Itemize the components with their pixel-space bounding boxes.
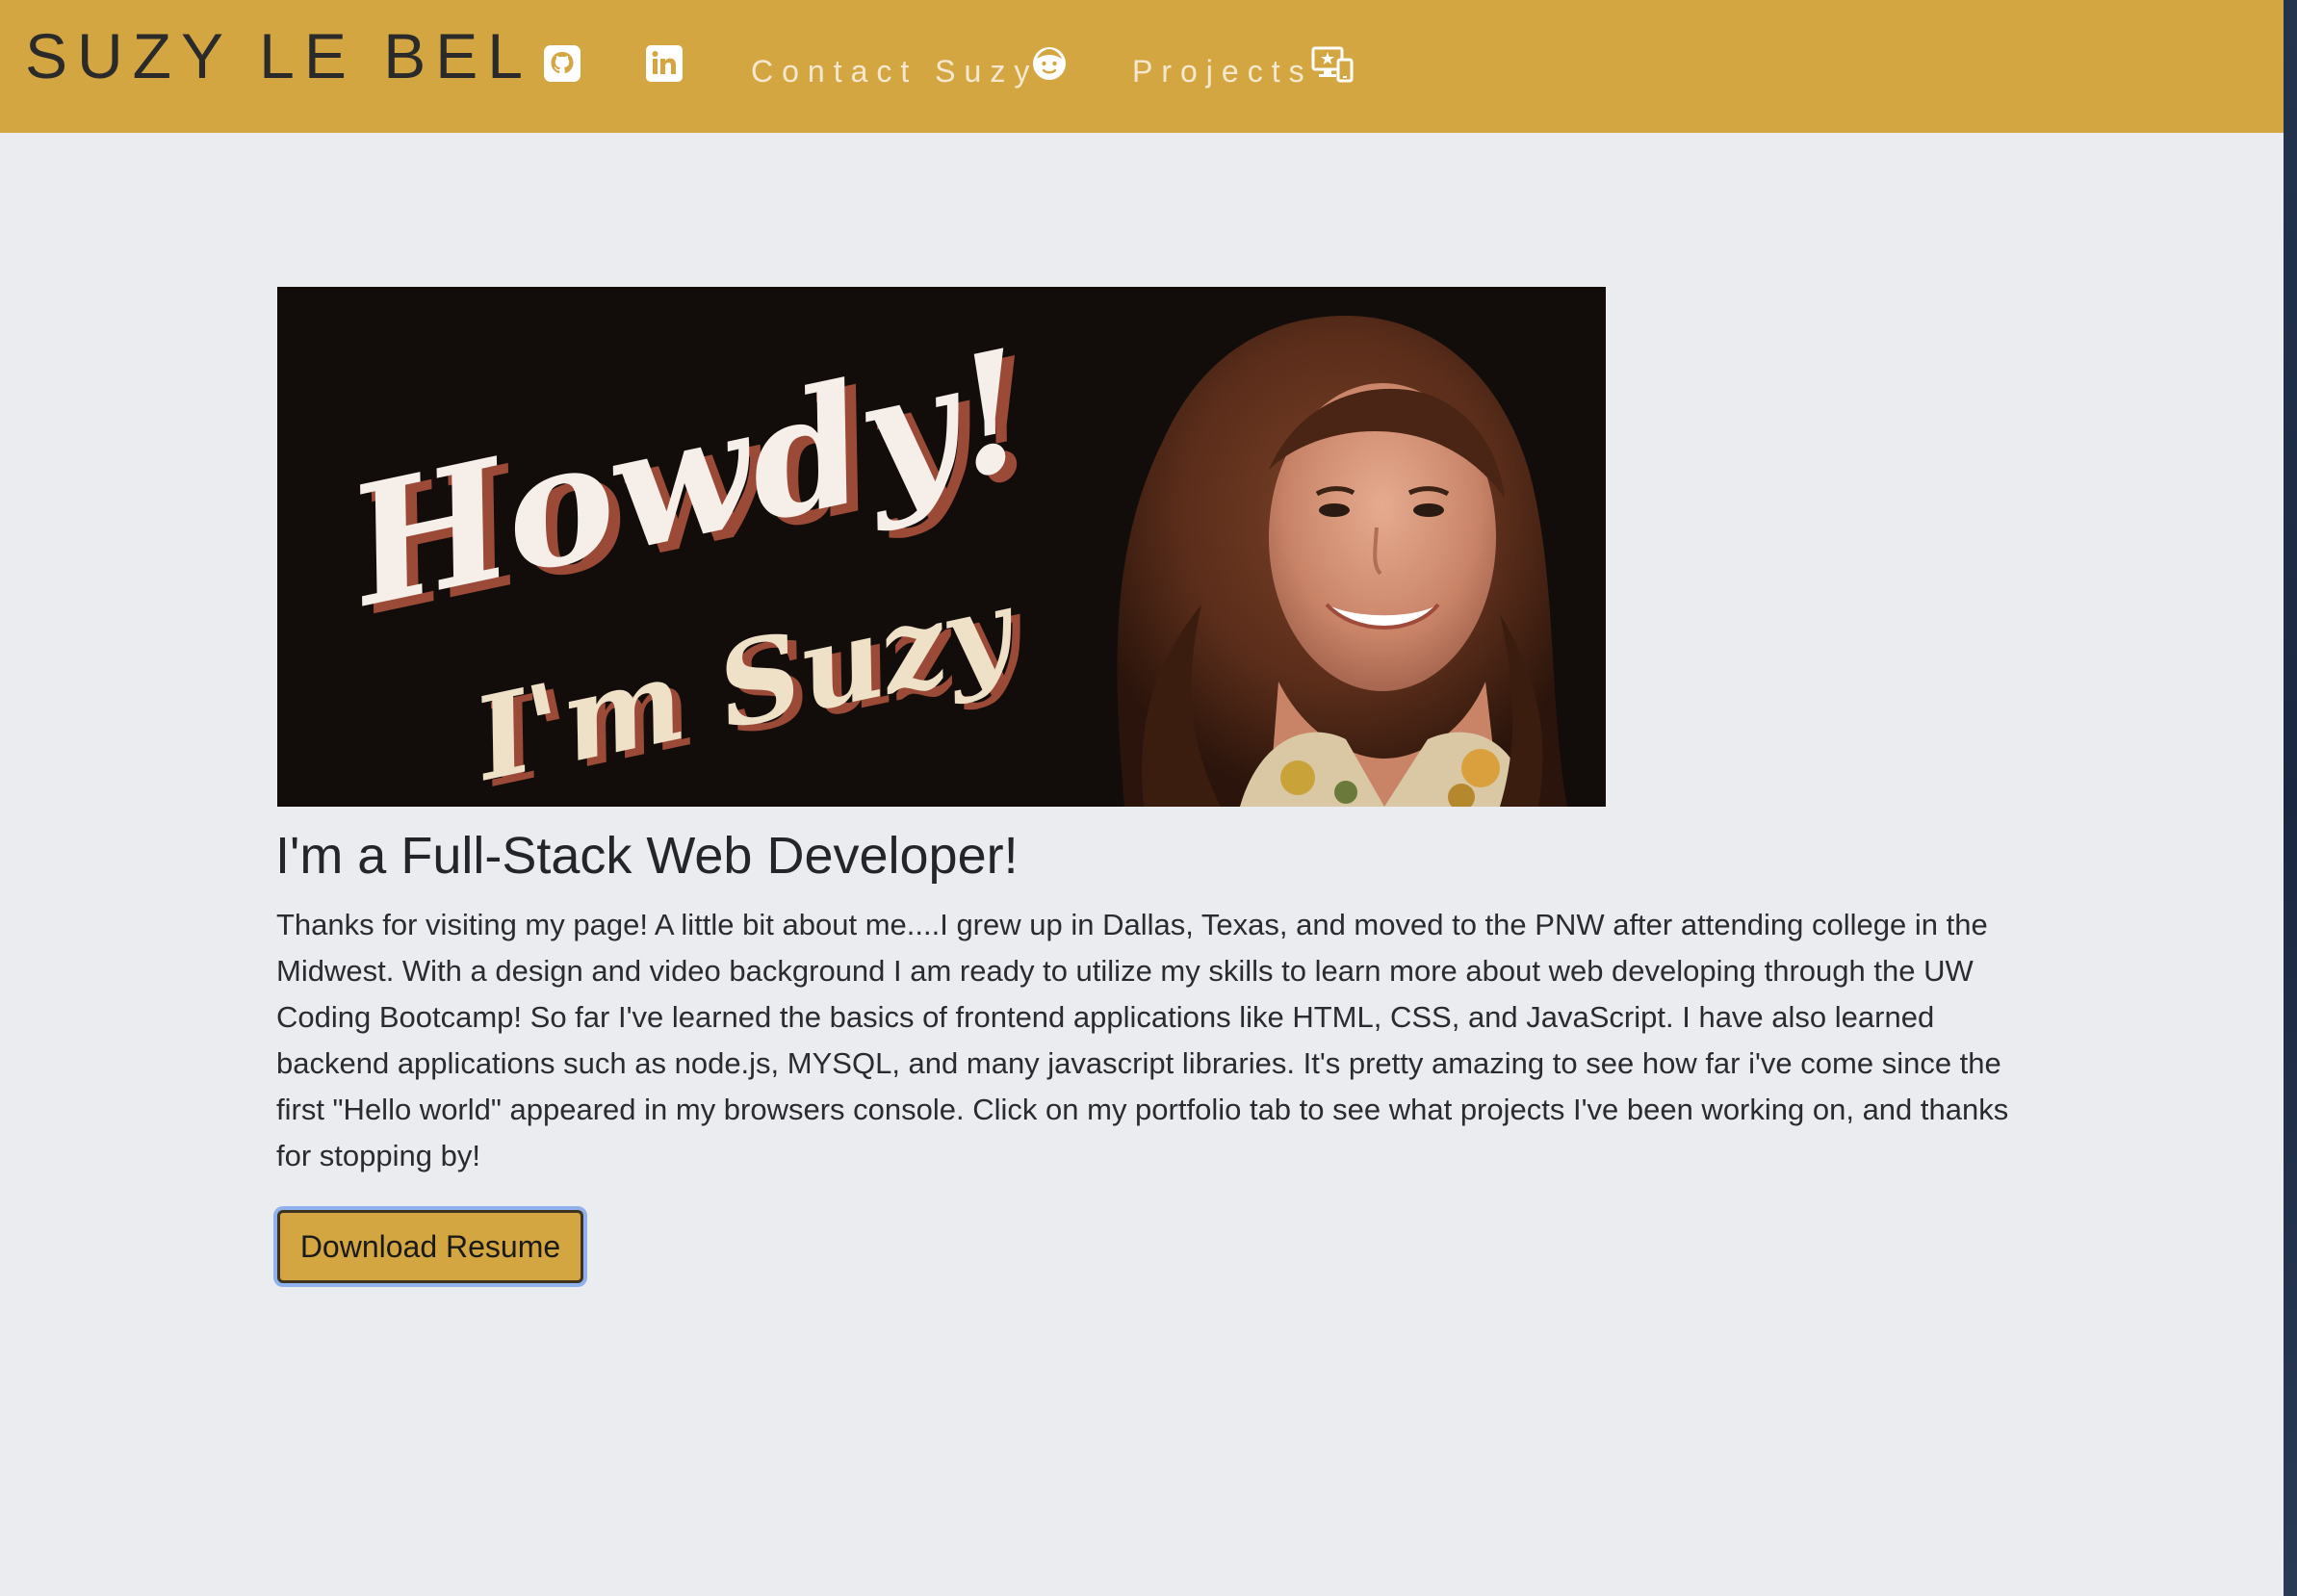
navbar: SUZY LE BEL Contact Suzy Projects (0, 0, 2284, 133)
site-brand[interactable]: SUZY LE BEL (25, 21, 532, 90)
hero-banner-graphic: Howdy! Howdy! I'm Suzy I'm Suzy (277, 287, 1606, 807)
nav-contact-link[interactable]: Contact Suzy (751, 54, 1038, 89)
devices-star-icon[interactable] (1311, 46, 1354, 83)
about-paragraph: Thanks for visiting my page! A little bi… (276, 908, 2009, 1172)
github-icon[interactable] (543, 44, 581, 83)
smiley-face-icon[interactable] (1032, 46, 1067, 81)
page-headline: I'm a Full-Stack Web Developer! (275, 827, 1019, 885)
nav-projects-link[interactable]: Projects (1132, 54, 1313, 89)
download-resume-button[interactable]: Download Resume (277, 1210, 583, 1283)
hero-banner: Howdy! Howdy! I'm Suzy I'm Suzy (277, 287, 1606, 807)
desktop-background (2284, 0, 2297, 1596)
page: SUZY LE BEL Contact Suzy Projects Howdy!… (0, 0, 2284, 1596)
linkedin-icon[interactable] (645, 44, 684, 83)
